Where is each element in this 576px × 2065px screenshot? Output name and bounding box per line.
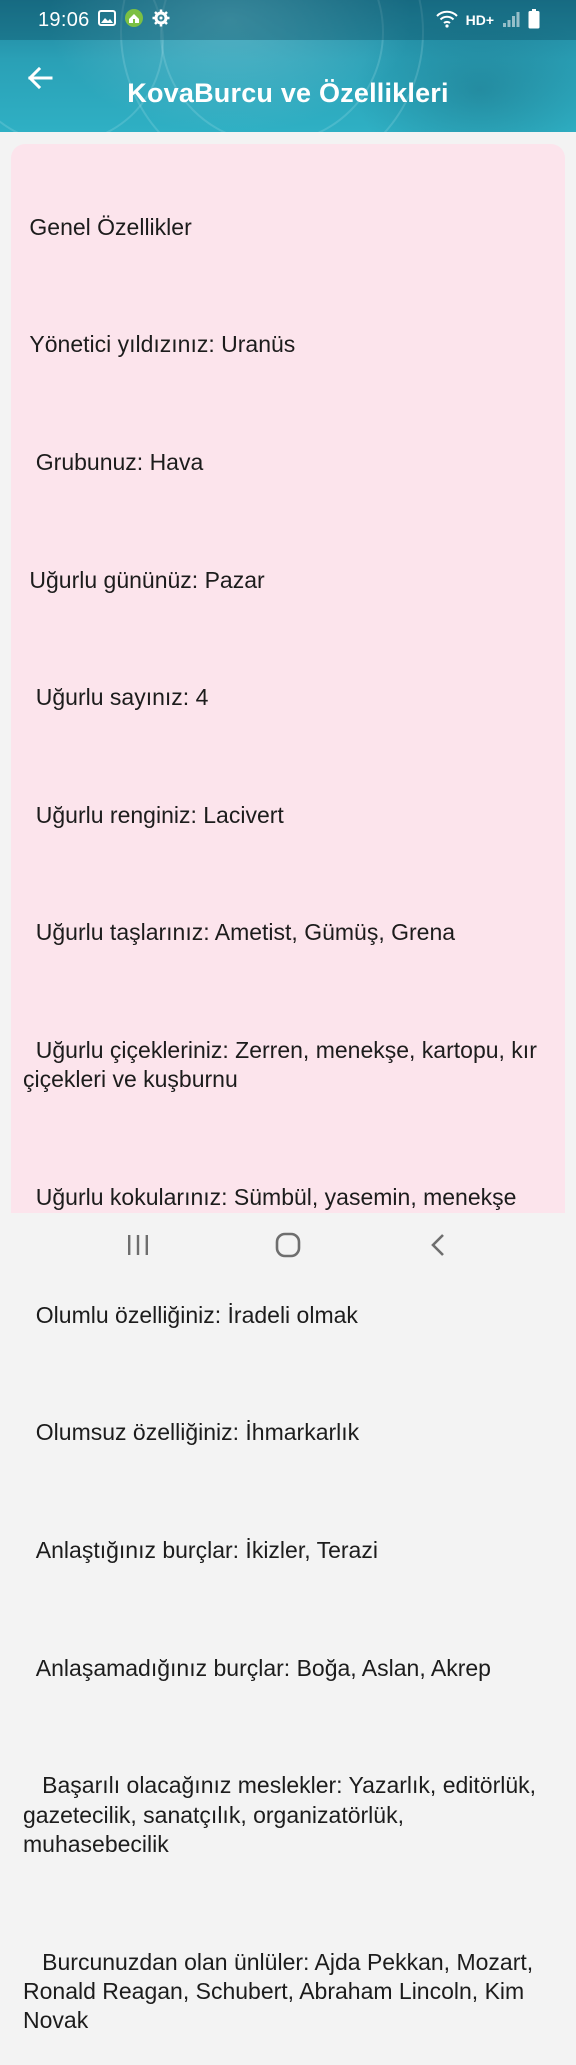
recent-apps-button[interactable] <box>118 1231 158 1263</box>
paragraph-lucky-scents: Uğurlu kokularınız: Sümbül, yasemin, men… <box>23 1184 517 1211</box>
back-chevron-icon <box>430 1233 446 1262</box>
settings-gear-icon <box>152 9 170 32</box>
status-bar: 19:06 HD+ <box>0 0 576 40</box>
gallery-icon <box>98 9 116 31</box>
paragraph-lucky-day: Uğurlu gününüz: Pazar <box>23 566 265 593</box>
system-back-button[interactable] <box>418 1231 458 1263</box>
paragraph-professions: Başarılı olacağınız meslekler: Yazarlık,… <box>23 1772 543 1857</box>
app-header: 19:06 HD+ KovaBurcu ve Özellikleri <box>0 0 576 132</box>
wifi-icon <box>435 10 458 31</box>
paragraph-group: Grubunuz: Hava <box>23 449 204 476</box>
paragraph-incompatible-signs: Anlaşamadığınız burçlar: Boğa, Aslan, Ak… <box>23 1654 491 1681</box>
home-button[interactable] <box>268 1231 308 1263</box>
home-icon <box>275 1232 301 1263</box>
signal-icon <box>502 10 520 31</box>
network-type-label: HD+ <box>465 12 494 28</box>
system-navigation-bar <box>0 1213 576 1280</box>
paragraph-lucky-flowers: Uğurlu çiçekleriniz: Zerren, menekşe, ka… <box>23 1037 544 1093</box>
home-app-icon <box>124 8 144 33</box>
paragraph-ruling-planet: Yönetici yıldızınız: Uranüs <box>23 331 296 358</box>
paragraph-positive-trait: Olumlu özelliğiniz: İradeli olmak <box>23 1301 358 1328</box>
status-icons-right: HD+ <box>435 8 540 32</box>
page-title: KovaBurcu ve Özellikleri <box>127 78 449 108</box>
status-icons-left <box>98 8 170 33</box>
paragraph-negative-trait: Olumsuz özelliğiniz: İhmarkarlık <box>23 1419 360 1446</box>
paragraph-general-features: Genel Özellikler <box>23 213 192 240</box>
paragraph-compatible-signs: Anlaştığınız burçlar: İkizler, Terazi <box>23 1536 378 1563</box>
recent-apps-icon <box>126 1234 150 1261</box>
paragraph-lucky-number: Uğurlu sayınız: 4 <box>23 684 209 711</box>
features-text: Genel Özellikler Yönetici yıldızınız: Ur… <box>23 154 556 2065</box>
paragraph-lucky-stones: Uğurlu taşlarınız: Ametist, Gümüş, Grena <box>23 919 456 946</box>
battery-icon <box>528 8 540 32</box>
paragraph-celebrities: Burcunuzdan olan ünlüler: Ajda Pekkan, M… <box>23 1948 540 2034</box>
paragraph-lucky-color: Uğurlu renginiz: Lacivert <box>23 801 284 828</box>
status-time: 19:06 <box>38 9 90 31</box>
